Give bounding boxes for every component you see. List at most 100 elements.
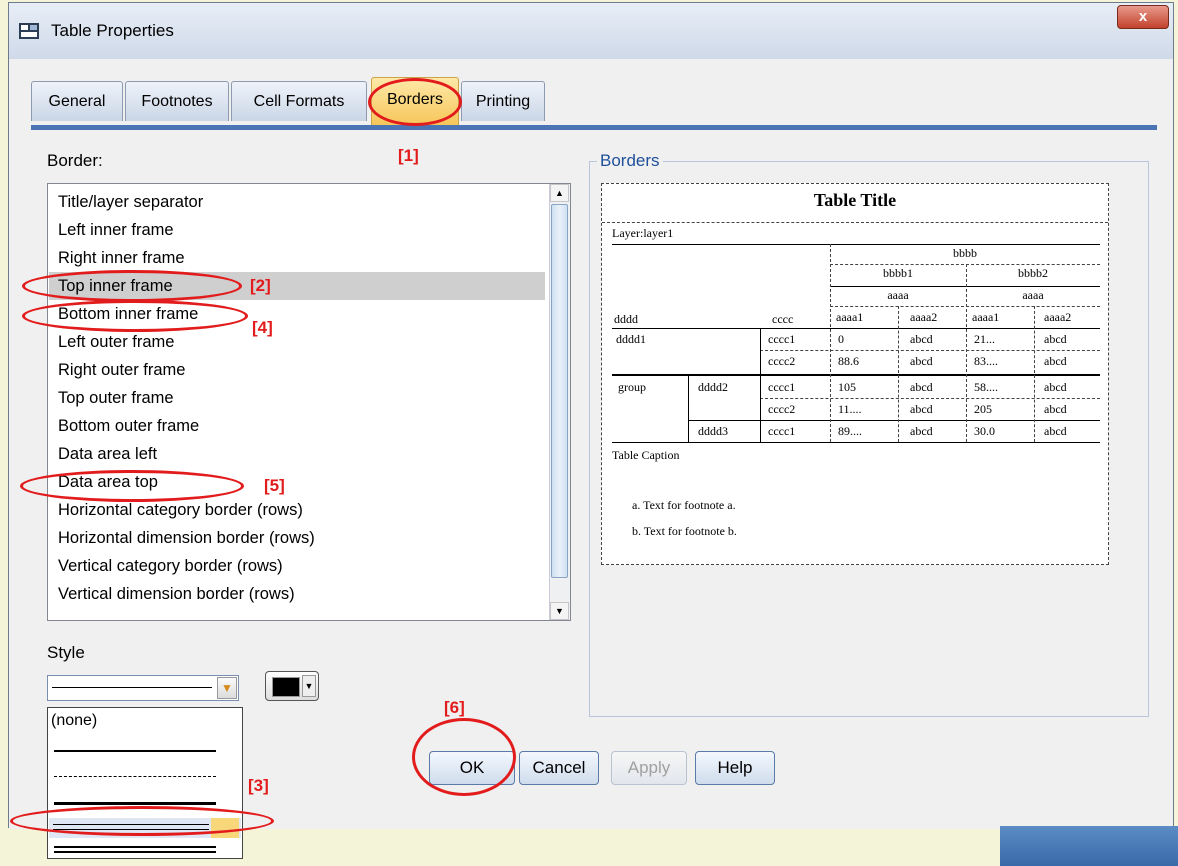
borders-groupbox-title: Borders bbox=[597, 151, 663, 171]
table-preview: Table Title Layer:layer1 bbbb bbbb1 bbbb… bbox=[601, 183, 1109, 565]
border-item-bottom-outer-frame[interactable]: Bottom outer frame bbox=[49, 412, 545, 440]
table-properties-dialog: Table Properties x General Footnotes Cel… bbox=[8, 2, 1174, 859]
tab-borders[interactable]: Borders bbox=[371, 77, 459, 125]
border-item-bottom-inner-frame[interactable]: Bottom inner frame bbox=[49, 300, 545, 328]
preview-cell: cccc2 bbox=[768, 354, 796, 368]
preview-cell: 21... bbox=[974, 332, 995, 346]
preview-col-leaf-2: aaaa2 bbox=[910, 310, 938, 324]
preview-cell: abcd bbox=[910, 332, 933, 346]
preview-cell: 0 bbox=[838, 332, 844, 346]
border-item-top-outer-frame[interactable]: Top outer frame bbox=[49, 384, 545, 412]
tab-cell-formats[interactable]: Cell Formats bbox=[231, 81, 367, 121]
preview-cell: cccc1 bbox=[768, 332, 796, 346]
border-item-right-outer-frame[interactable]: Right outer frame bbox=[49, 356, 545, 384]
selected-line-style-preview bbox=[52, 687, 212, 688]
ok-button[interactable]: OK bbox=[429, 751, 515, 785]
annotation-6: [6] bbox=[444, 698, 465, 717]
annotation-2: [2] bbox=[250, 276, 271, 295]
preview-cell: group bbox=[618, 380, 646, 394]
annotation-4: [4] bbox=[252, 318, 273, 337]
annotation-1: [1] bbox=[398, 146, 419, 165]
style-option-thick[interactable] bbox=[54, 802, 216, 805]
preview-cell: abcd bbox=[910, 402, 933, 416]
preview-cell: abcd bbox=[1044, 332, 1067, 346]
border-item-data-area-left[interactable]: Data area left bbox=[49, 440, 545, 468]
border-list-scrollbar[interactable]: ▲ ▼ bbox=[549, 184, 570, 620]
preview-col-leaf-1: aaaa1 bbox=[836, 310, 864, 324]
preview-footnote-b: b. Text for footnote b. bbox=[632, 524, 737, 538]
close-button[interactable]: x bbox=[1117, 5, 1169, 29]
preview-cell: abcd bbox=[1044, 354, 1067, 368]
preview-cell: abcd bbox=[910, 380, 933, 394]
preview-cell: abcd bbox=[910, 354, 933, 368]
tab-general[interactable]: General bbox=[31, 81, 123, 121]
style-label: Style bbox=[47, 643, 85, 662]
dialog-body: General Footnotes Cell Formats Borders P… bbox=[9, 59, 1173, 859]
preview-col-leaf-4: aaaa2 bbox=[1044, 310, 1072, 324]
style-option-dashed[interactable] bbox=[54, 776, 216, 777]
preview-cell: cccc2 bbox=[768, 402, 796, 416]
color-picker-button[interactable]: ▼ bbox=[265, 671, 319, 701]
scroll-up-arrow-icon[interactable]: ▲ bbox=[550, 184, 569, 202]
border-listbox[interactable]: Title/layer separator Left inner frame R… bbox=[47, 183, 571, 621]
border-item-left-inner-frame[interactable]: Left inner frame bbox=[49, 216, 545, 244]
scroll-thumb[interactable] bbox=[551, 204, 568, 578]
preview-cell: cccc1 bbox=[768, 380, 796, 394]
preview-cell: 88.6 bbox=[838, 354, 859, 368]
preview-cell: abcd bbox=[1044, 424, 1067, 438]
border-item-horizontal-category-border[interactable]: Horizontal category border (rows) bbox=[49, 496, 545, 524]
preview-col-sub-1: aaaa bbox=[887, 288, 909, 302]
tab-underline bbox=[31, 125, 1157, 130]
preview-col-leaf-3: aaaa1 bbox=[972, 310, 1000, 324]
cancel-button[interactable]: Cancel bbox=[519, 751, 599, 785]
style-option-solid[interactable] bbox=[54, 750, 216, 752]
line-style-select[interactable]: ▼ bbox=[47, 675, 239, 701]
border-item-left-outer-frame[interactable]: Left outer frame bbox=[49, 328, 545, 356]
style-option-none[interactable]: (none) bbox=[51, 712, 97, 730]
annotation-3: [3] bbox=[248, 776, 269, 795]
border-item-right-inner-frame[interactable]: Right inner frame bbox=[49, 244, 545, 272]
color-dropdown-arrow-icon[interactable]: ▼ bbox=[302, 675, 316, 697]
border-item-vertical-category-border[interactable]: Vertical category border (rows) bbox=[49, 552, 545, 580]
line-style-dropdown-list[interactable]: (none) bbox=[47, 707, 243, 859]
preview-cell: cccc1 bbox=[768, 424, 796, 438]
preview-col-sub-2: aaaa bbox=[1022, 288, 1044, 302]
annotation-5: [5] bbox=[264, 476, 285, 495]
preview-col-group-2: bbbb2 bbox=[1018, 266, 1048, 280]
preview-row-header-2: cccc bbox=[772, 312, 794, 326]
apply-button[interactable]: Apply bbox=[611, 751, 687, 785]
preview-layer-label: Layer:layer1 bbox=[612, 226, 674, 240]
color-swatch bbox=[272, 677, 300, 697]
preview-cell: 58.... bbox=[974, 380, 998, 394]
border-item-vertical-dimension-border[interactable]: Vertical dimension border (rows) bbox=[49, 580, 545, 608]
chevron-down-icon[interactable]: ▼ bbox=[217, 677, 237, 699]
scroll-down-arrow-icon[interactable]: ▼ bbox=[550, 602, 569, 620]
border-item-horizontal-dimension-border[interactable]: Horizontal dimension border (rows) bbox=[49, 524, 545, 552]
preview-cell: abcd bbox=[1044, 380, 1067, 394]
border-label: Border: bbox=[47, 151, 103, 170]
preview-caption: Table Caption bbox=[612, 448, 680, 462]
preview-cell: dddd3 bbox=[698, 424, 728, 438]
border-item-top-inner-frame[interactable]: Top inner frame bbox=[49, 272, 545, 300]
title-bar: Table Properties x bbox=[9, 3, 1173, 59]
style-option-double-thin[interactable] bbox=[49, 818, 241, 838]
table-app-icon bbox=[19, 23, 39, 39]
help-button[interactable]: Help bbox=[695, 751, 775, 785]
preview-cell: abcd bbox=[1044, 402, 1067, 416]
taskbar-fragment bbox=[1000, 826, 1178, 866]
window-title: Table Properties bbox=[51, 21, 174, 40]
preview-cell: 89.... bbox=[838, 424, 862, 438]
tab-footnotes[interactable]: Footnotes bbox=[125, 81, 229, 121]
preview-col-group-1: bbbb1 bbox=[883, 266, 913, 280]
border-item-data-area-top[interactable]: Data area top bbox=[49, 468, 545, 496]
preview-cell: 11.... bbox=[838, 402, 862, 416]
preview-cell: dddd1 bbox=[616, 332, 646, 346]
tab-printing[interactable]: Printing bbox=[461, 81, 545, 121]
border-item-title-layer-separator[interactable]: Title/layer separator bbox=[49, 188, 545, 216]
preview-row-header-1: dddd bbox=[614, 312, 638, 326]
preview-cell: dddd2 bbox=[698, 380, 728, 394]
preview-cell: 105 bbox=[838, 380, 856, 394]
style-option-double[interactable] bbox=[54, 846, 216, 853]
preview-cell: 30.0 bbox=[974, 424, 995, 438]
preview-cell: 83.... bbox=[974, 354, 998, 368]
